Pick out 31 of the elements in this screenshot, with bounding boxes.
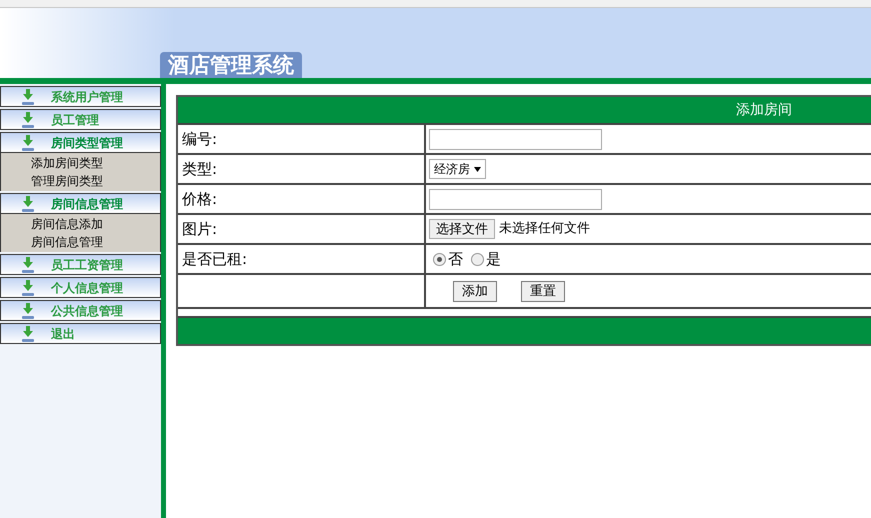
download-arrow-icon bbox=[21, 324, 35, 342]
download-arrow-icon bbox=[21, 88, 35, 106]
field-label: 是否已租: bbox=[178, 245, 426, 273]
file-status: 未选择任何文件 bbox=[499, 220, 590, 238]
text-field[interactable] bbox=[429, 188, 602, 210]
radio-option[interactable]: 是 bbox=[471, 248, 501, 270]
field-label: 编号: bbox=[178, 125, 426, 153]
form-title: 添加房间 bbox=[736, 100, 792, 120]
download-arrow-icon bbox=[21, 134, 35, 152]
download-arrow-icon bbox=[21, 110, 35, 128]
form-button[interactable]: 添加 bbox=[453, 280, 497, 302]
download-arrow-icon bbox=[21, 302, 35, 320]
caret-icon bbox=[474, 166, 481, 172]
form-button[interactable]: 重置 bbox=[521, 280, 565, 302]
submenu-link[interactable]: 房间信息管理 bbox=[1, 233, 160, 251]
menu-group-header[interactable]: 房间信息管理 bbox=[0, 193, 161, 214]
download-arrow-icon bbox=[21, 194, 35, 212]
text-field[interactable] bbox=[429, 128, 602, 150]
type-dropdown[interactable]: 经济房 bbox=[429, 159, 486, 179]
choose-file-button[interactable]: 选择文件 bbox=[429, 219, 495, 239]
radio-option[interactable]: 否 bbox=[433, 248, 463, 270]
submenu-link[interactable]: 房间信息添加 bbox=[1, 215, 160, 233]
field-label: 图片: bbox=[178, 215, 426, 243]
submenu-link[interactable]: 管理房间类型 bbox=[1, 172, 160, 190]
menu-group-header[interactable]: 房间类型管理 bbox=[0, 132, 161, 153]
download-arrow-icon bbox=[21, 256, 35, 274]
field-label: 价格: bbox=[178, 185, 426, 213]
download-arrow-icon bbox=[21, 278, 35, 296]
submenu-link[interactable]: 添加房间类型 bbox=[1, 154, 160, 172]
field-label: 类型: bbox=[178, 155, 426, 183]
system-title: 酒店管理系统 bbox=[160, 52, 302, 78]
